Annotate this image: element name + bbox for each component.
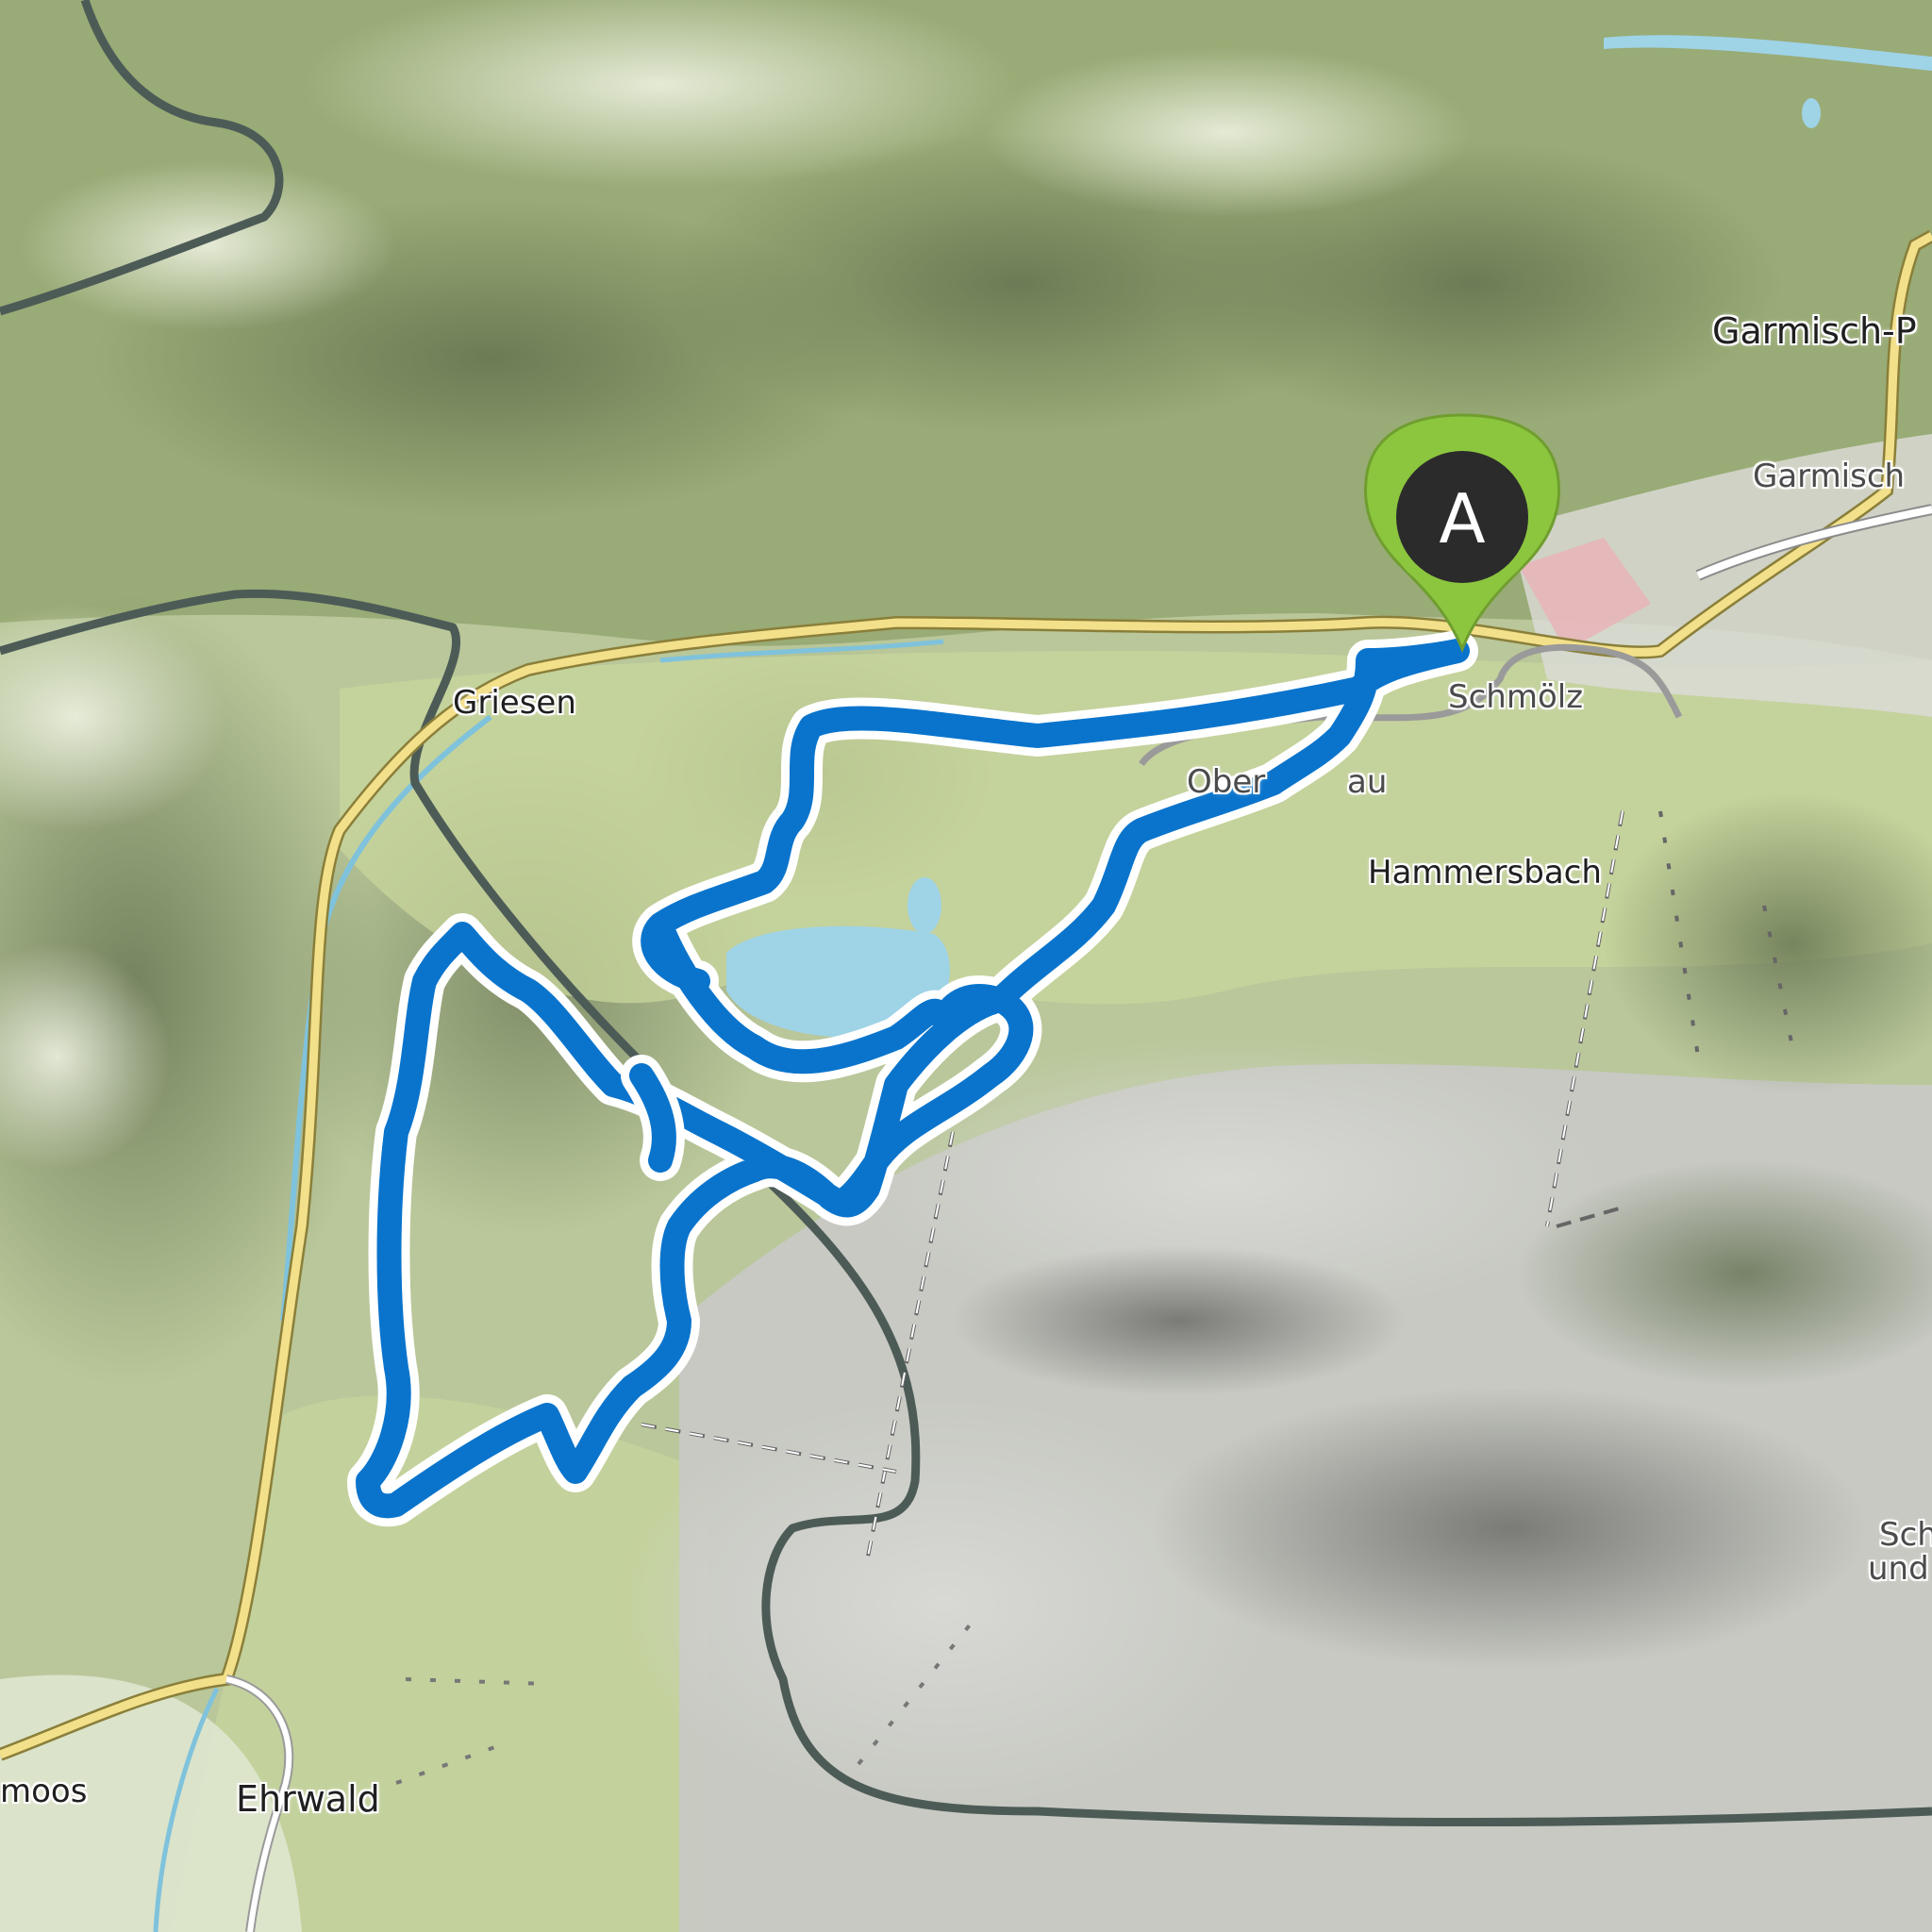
rock-shadow (953, 1245, 1406, 1396)
place-label-sch: Sch (1879, 1516, 1932, 1554)
map-canvas[interactable]: Garmisch-P Garmisch Griesen Schmölz Ober… (0, 0, 1932, 1932)
place-label-obergrainau: Ober (1187, 763, 1266, 801)
place-label-garmisch-partenkirchen: Garmisch-P (1712, 310, 1917, 352)
rock-shadow (1151, 1387, 1868, 1670)
place-label-hammersbach: Hammersbach (1368, 854, 1602, 891)
place-label-obergrainau-tail: au (1347, 763, 1388, 801)
small-lake (1802, 98, 1821, 128)
rock-light (613, 1396, 1274, 1811)
place-label-schmoelz: Schmölz (1448, 678, 1584, 716)
place-label-ehrwald: Ehrwald (236, 1778, 380, 1820)
small-lake (908, 877, 941, 934)
hillshade-light (19, 160, 396, 330)
map-base-layer (0, 0, 1932, 1932)
hillshade-light (981, 47, 1472, 217)
place-label-lermoos: moos (0, 1773, 88, 1810)
place-label-griesen: Griesen (453, 684, 576, 722)
place-label-garmisch: Garmisch (1753, 458, 1906, 495)
start-marker-label: A (1439, 479, 1486, 558)
place-label-und: und (1868, 1550, 1929, 1588)
